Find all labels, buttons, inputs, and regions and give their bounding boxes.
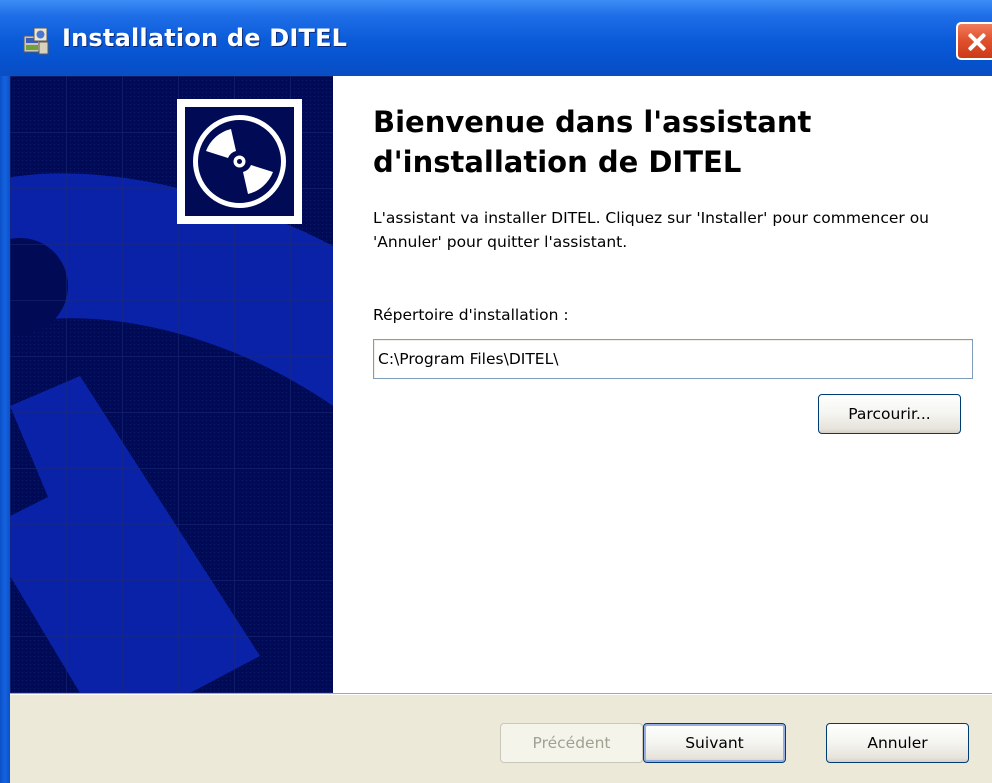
install-dir-label: Répertoire d'installation : xyxy=(373,306,569,324)
window-title: Installation de DITEL xyxy=(62,24,348,52)
install-dir-input[interactable] xyxy=(373,339,973,379)
side-banner xyxy=(10,76,333,693)
intro-text: L'assistant va installer DITEL. Cliquez … xyxy=(373,209,930,251)
content-panel: Bienvenue dans l'assistant d'installatio… xyxy=(333,76,992,693)
page-heading: Bienvenue dans l'assistant d'installatio… xyxy=(373,105,812,179)
installer-icon xyxy=(22,26,50,56)
cd-disc-icon xyxy=(177,99,302,224)
installer-window: Installation de DITEL Bienvenue dans l'a… xyxy=(0,0,992,783)
title-bar[interactable]: Installation de DITEL xyxy=(0,0,992,77)
window-frame xyxy=(0,76,10,783)
previous-button[interactable]: Précédent xyxy=(500,723,643,763)
close-button[interactable] xyxy=(956,22,992,60)
next-button[interactable]: Suivant xyxy=(643,723,786,763)
browse-button[interactable]: Parcourir... xyxy=(818,394,961,434)
button-bar: Précédent Suivant Annuler xyxy=(10,693,992,783)
cancel-button[interactable]: Annuler xyxy=(826,723,969,763)
